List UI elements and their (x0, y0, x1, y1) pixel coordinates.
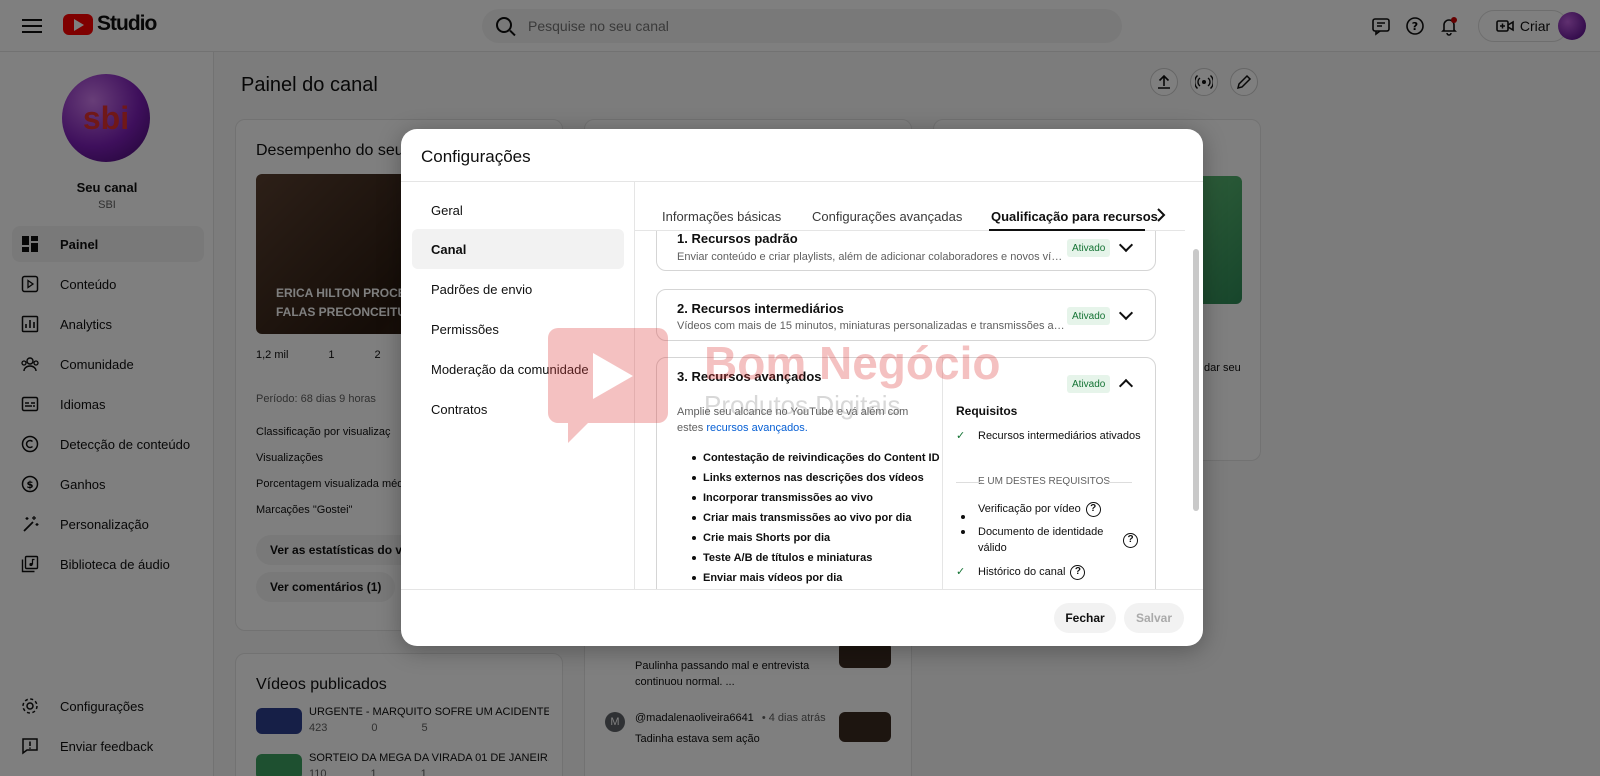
divider (401, 181, 1203, 182)
settings-dialog: Configurações Geral Canal Padrões de env… (401, 129, 1203, 646)
checkmark-icon: ✓ (956, 430, 966, 442)
save-button[interactable]: Salvar (1124, 603, 1184, 633)
settings-nav-contratos[interactable]: Contratos (412, 389, 624, 429)
requirement-label: Documento de identidade válido (978, 526, 1104, 554)
tabs-next-chevron-icon[interactable] (1155, 207, 1167, 226)
requirement-label: Verificação por vídeo (978, 503, 1081, 515)
help-icon[interactable]: ? (1085, 501, 1101, 517)
help-icon[interactable]: ? (1123, 532, 1138, 548)
list-item: Enviar mais vídeos por dia (692, 568, 943, 588)
chevron-down-icon[interactable] (1118, 237, 1134, 253)
checkmark-icon: ✓ (956, 566, 966, 578)
requirements-separator: E UM DESTES REQUISITOS (956, 476, 1132, 487)
standard-features-section[interactable]: 1. Recursos padrão Enviar conteúdo e cri… (656, 231, 1156, 271)
advanced-features-link[interactable]: recursos avançados. (706, 422, 808, 434)
status-badge: Ativado (1067, 307, 1111, 325)
tab-configuracoes-avancadas[interactable]: Configurações avançadas (812, 209, 962, 224)
list-item: Contestação de reivindicações do Content… (692, 448, 943, 468)
scrollbar[interactable] (1193, 249, 1199, 511)
requirement-label: Histórico do canal (978, 566, 1066, 578)
requirements-column: Requisitos ✓ Recursos intermediários ati… (942, 358, 1156, 589)
section-title: 2. Recursos intermediários (677, 301, 844, 316)
close-button[interactable]: Fechar (1054, 603, 1116, 633)
section-title: 1. Recursos padrão (677, 231, 798, 246)
advanced-features-list: Contestação de reivindicações do Content… (692, 448, 943, 588)
section-title: 3. Recursos avançados (677, 369, 822, 384)
requirement-option: Verificação por vídeo ? (956, 501, 1146, 519)
settings-nav-moderacao[interactable]: Moderação da comunidade (412, 349, 624, 389)
requirement-option: Documento de identidade válido ? (956, 524, 1146, 556)
status-badge: Ativado (1067, 239, 1111, 257)
help-icon[interactable]: ? (1070, 564, 1086, 580)
list-item: Incorporar transmissões ao vivo (692, 488, 943, 508)
tab-informacoes-basicas[interactable]: Informações básicas (662, 209, 781, 224)
intermediate-features-section[interactable]: 2. Recursos intermediários Vídeos com ma… (656, 289, 1156, 341)
settings-nav-padroes-envio[interactable]: Padrões de envio (412, 269, 624, 309)
list-item: Crie mais Shorts por dia (692, 528, 943, 548)
advanced-intro: Amplie seu alcance no YouTube e vá além … (677, 404, 927, 436)
settings-nav-permissoes[interactable]: Permissões (412, 309, 624, 349)
list-item: Teste A/B de títulos e miniaturas (692, 548, 943, 568)
dialog-title: Configurações (421, 147, 531, 166)
requirement-label: Recursos intermediários ativados (978, 430, 1141, 442)
divider (401, 589, 1203, 590)
chevron-down-icon[interactable] (1118, 305, 1134, 321)
settings-nav-geral[interactable]: Geral (412, 190, 624, 230)
tab-qualificacao-recursos[interactable]: Qualificação para recursos (991, 209, 1158, 224)
section-description: Vídeos com mais de 15 minutos, miniatura… (677, 320, 1067, 332)
requirement-option: ✓ Histórico do canal ? (956, 564, 1146, 580)
list-item: Criar mais transmissões ao vivo por dia (692, 508, 943, 528)
eligibility-content: 1. Recursos padrão Enviar conteúdo e cri… (635, 231, 1193, 589)
list-item: Links externos nas descrições dos vídeos (692, 468, 943, 488)
requirements-title: Requisitos (956, 404, 1018, 418)
requirement-met: ✓ Recursos intermediários ativados (956, 428, 1146, 444)
advanced-features-section: 3. Recursos avançados Ativado Amplie seu… (656, 357, 1156, 589)
section-description: Enviar conteúdo e criar playlists, além … (677, 251, 1067, 263)
settings-nav-canal[interactable]: Canal (412, 229, 624, 269)
